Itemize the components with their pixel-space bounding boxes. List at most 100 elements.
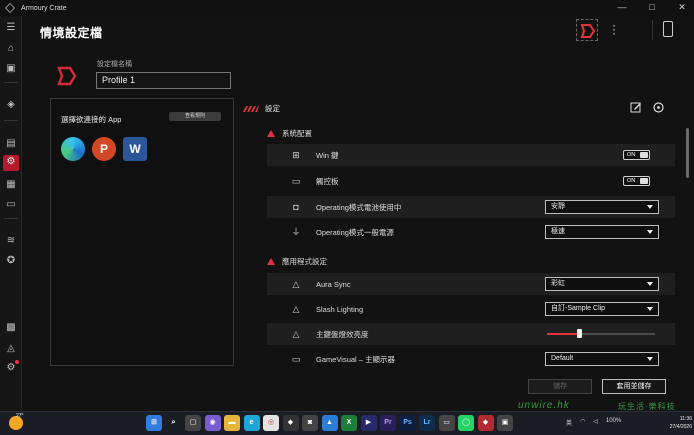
armoury-crate-logo-icon xyxy=(5,3,15,13)
xbox-icon[interactable]: X xyxy=(341,415,357,431)
wifi-icon[interactable]: ◠ xyxy=(580,418,585,427)
operating-mode-battery-select[interactable]: 安靜 xyxy=(545,200,659,214)
editor-icon[interactable]: ▲ xyxy=(321,415,338,431)
clock[interactable]: 11:36 27/4/2026 xyxy=(668,415,692,431)
windows-taskbar: 27° ⊞ ⌕ ▢ ◉ ▬ e ◎ ◆ ◙ ▲ X ▶ Pr Ps Lr ▭ ◯… xyxy=(0,411,694,435)
task-view-icon[interactable]: ▢ xyxy=(185,415,201,431)
aura-icon[interactable]: ◈ xyxy=(4,98,18,112)
keyboard-brightness-slider[interactable] xyxy=(547,329,655,338)
operating-mode-battery-row: ◘ Operating模式電池使用中 安靜 xyxy=(267,196,675,218)
language-indicator[interactable]: 英 xyxy=(566,418,572,427)
profile-name-label: 設定檔名稱 xyxy=(97,61,132,68)
rog-stripes-icon xyxy=(243,105,259,112)
battery-mode-icon: ◘ xyxy=(293,202,299,212)
gamevisual-row: ▭ GameVisual – 主顯示器 Default xyxy=(267,348,675,370)
start-icon[interactable]: ⊞ xyxy=(146,415,162,431)
gamevisual-select[interactable]: Default xyxy=(545,352,659,366)
copilot-icon[interactable]: ◉ xyxy=(204,415,221,431)
edit-icon[interactable] xyxy=(630,101,642,113)
slash-lighting-select[interactable]: 自訂-Sample Clip xyxy=(545,302,659,316)
badge-icon[interactable]: ✪ xyxy=(4,254,18,268)
chrome-icon[interactable]: ◎ xyxy=(263,415,279,431)
edge-taskbar-icon[interactable]: e xyxy=(243,415,260,431)
device-icon[interactable]: ▣ xyxy=(4,62,18,76)
win-key-toggle[interactable]: ON xyxy=(623,150,650,160)
home-icon[interactable]: ⌂ xyxy=(4,42,18,56)
system-section-header: 系統配置 xyxy=(267,128,312,139)
more-options-icon[interactable]: · · · xyxy=(611,19,617,39)
volume-icon[interactable]: ◁ xyxy=(593,418,598,427)
slash-lighting-row: △ Slash Lighting 自訂-Sample Clip xyxy=(267,298,675,320)
powerpoint-icon[interactable]: P xyxy=(92,137,116,161)
touchpad-row: ▭ 觸控板 ON xyxy=(267,170,675,192)
power-plug-icon: ⏚ xyxy=(291,227,301,237)
view-rules-button[interactable]: 查看規則 xyxy=(169,112,221,121)
gamevisual-icon[interactable]: ▦ xyxy=(4,178,18,192)
photoshop-icon[interactable]: Ps xyxy=(399,415,416,431)
chevron-down-icon xyxy=(647,230,653,234)
microsoft-edge-icon[interactable] xyxy=(61,137,85,161)
warning-icon xyxy=(267,258,275,265)
armoury-crate-taskbar-icon[interactable]: ◆ xyxy=(282,415,299,431)
game-library-icon[interactable]: ▤ xyxy=(4,137,18,151)
chevron-down-icon xyxy=(647,205,653,209)
close-button[interactable]: ✕ xyxy=(676,2,688,13)
window-title: Armoury Crate xyxy=(21,4,67,12)
system-tray: 英 ◠ ◁ 100% xyxy=(566,418,621,427)
slider-handle[interactable] xyxy=(577,329,583,338)
settings-scrollbar[interactable] xyxy=(686,128,689,178)
whatsapp-icon[interactable]: ◯ xyxy=(458,415,474,431)
keyboard-brightness-row: △ 主鍵盤燈效亮度 xyxy=(267,323,675,345)
page-title: 情境設定檔 xyxy=(40,26,103,40)
notification-badge xyxy=(15,360,19,364)
unwire-watermark: unwire.hk 玩生活·樂科技 xyxy=(518,400,676,411)
operating-mode-ac-select[interactable]: 極速 xyxy=(545,225,659,239)
operating-mode-ac-row: ⏚ Operating模式一般電源 極速 xyxy=(267,221,675,243)
touchpad-toggle[interactable]: ON xyxy=(623,176,650,186)
premiere-icon[interactable]: Pr xyxy=(380,415,396,431)
rog-taskbar-icon[interactable]: ◆ xyxy=(477,415,494,431)
reset-icon[interactable] xyxy=(652,101,665,114)
settings-title: 設定 xyxy=(265,104,280,113)
menu-icon[interactable]: ☰ xyxy=(4,21,18,35)
app-connect-title: 選擇欲連接的 App xyxy=(61,115,122,124)
layers-icon[interactable]: ≋ xyxy=(4,234,18,248)
apply-and-save-button[interactable]: 套用並儲存 xyxy=(602,379,666,394)
rog-logo-icon xyxy=(580,24,596,38)
file-explorer-icon[interactable]: ▬ xyxy=(224,415,240,431)
app-icon[interactable]: ▣ xyxy=(497,415,513,431)
save-button[interactable]: 儲存 xyxy=(528,379,592,394)
chevron-down-icon xyxy=(647,307,653,311)
chevron-down-icon xyxy=(647,357,653,361)
folder-icon[interactable]: ▭ xyxy=(438,415,455,431)
camera-icon[interactable]: ◙ xyxy=(302,415,318,431)
aura-sync-row: △ Aura Sync 彩虹 xyxy=(267,273,675,295)
profile-rog-icon xyxy=(57,66,77,86)
rog-logo-button[interactable] xyxy=(576,19,598,41)
win-key-row: ⊞ Win 鍵 ON xyxy=(267,144,675,166)
aura-sync-icon: △ xyxy=(292,279,300,289)
media-icon[interactable]: ▶ xyxy=(360,415,377,431)
aura-sync-select[interactable]: 彩虹 xyxy=(545,277,659,291)
touchpad-icon: ▭ xyxy=(291,176,301,186)
word-icon[interactable]: W xyxy=(123,137,147,161)
app-connect-panel: 選擇欲連接的 App 查看規則 P W xyxy=(50,98,234,366)
slash-lighting-icon: △ xyxy=(292,304,300,314)
profile-name-input[interactable]: Profile 1 xyxy=(96,72,231,89)
overlay-icon[interactable]: ▩ xyxy=(4,321,18,335)
battery-indicator[interactable]: 100% xyxy=(606,418,621,427)
warning-icon xyxy=(267,130,275,137)
windows-key-icon: ⊞ xyxy=(292,150,300,160)
title-bar: Armoury Crate — □ ✕ xyxy=(0,0,694,16)
monitor-icon: ▭ xyxy=(291,354,301,364)
minimize-button[interactable]: — xyxy=(616,2,628,13)
device-mode-icon[interactable] xyxy=(663,21,673,37)
notification-icon[interactable]: ◬ xyxy=(4,342,18,356)
hardware-icon[interactable]: ▭ xyxy=(4,198,18,212)
keyboard-light-icon: △ xyxy=(292,329,300,339)
app-section-header: 應用程式設定 xyxy=(267,256,327,267)
scenario-profiles-icon[interactable]: ⚙ xyxy=(3,155,19,171)
search-icon[interactable]: ⌕ xyxy=(166,415,182,431)
lightroom-icon[interactable]: Lr xyxy=(419,415,435,431)
maximize-button[interactable]: □ xyxy=(646,2,658,13)
